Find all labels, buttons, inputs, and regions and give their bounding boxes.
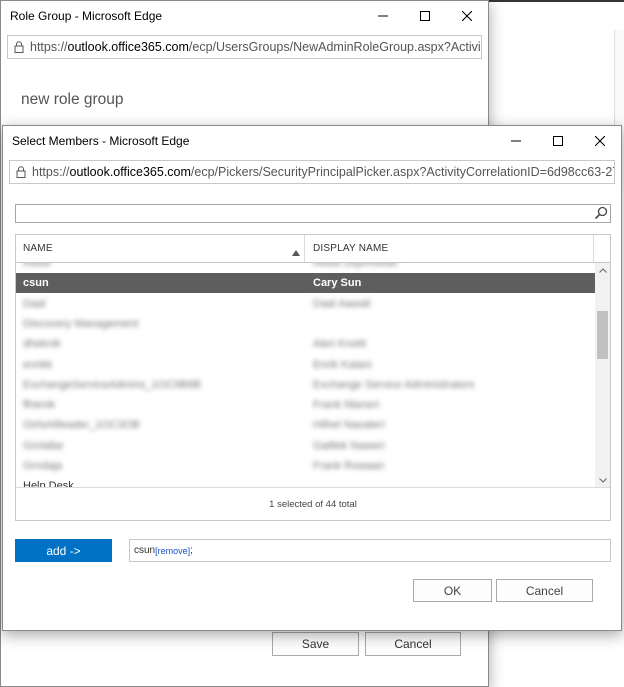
cell-name: Gmlallar bbox=[23, 439, 64, 452]
grid-header: NAME DISPLAY NAME bbox=[16, 235, 610, 263]
cell-display-name: Enrik Kalani bbox=[313, 358, 372, 371]
cell-name: Grndaja bbox=[23, 460, 63, 472]
table-row[interactable]: ExchangeServiceAdmins_1OC9B8B Exchange Se… bbox=[16, 375, 595, 395]
cell-display-name: Frank Rowaan bbox=[313, 460, 385, 472]
save-button[interactable]: Save bbox=[272, 632, 359, 656]
minimize-icon[interactable] bbox=[362, 1, 404, 31]
search-input[interactable] bbox=[16, 205, 586, 222]
grid-body: Aitbal Aitbal Zephniklab csun Cary Sun Daal D… bbox=[16, 263, 595, 487]
role-window-titlebar: Role Group - Microsoft Edge bbox=[1, 1, 488, 31]
cell-name: Discovery Management bbox=[23, 317, 139, 330]
scrollbar-thumb[interactable] bbox=[597, 311, 608, 359]
add-button[interactable]: add -> bbox=[15, 539, 112, 562]
table-row[interactable]: Grndaja Frank Rowaan bbox=[16, 456, 595, 476]
url-path: /ecp/Pickers/SecurityPrincipalPicker.asp… bbox=[190, 165, 615, 179]
lock-icon bbox=[8, 41, 30, 53]
table-row[interactable]: enrikk Enrik Kalani bbox=[16, 355, 595, 375]
table-row[interactable]: dheknik Aleri Knotti bbox=[16, 334, 595, 354]
grid-scrollbar[interactable] bbox=[595, 263, 610, 487]
cell-name: Daal bbox=[23, 297, 46, 310]
desktop-edge bbox=[488, 0, 624, 2]
cell-name: dheknik bbox=[23, 338, 61, 351]
maximize-icon[interactable] bbox=[404, 1, 446, 31]
scroll-down-icon[interactable] bbox=[595, 473, 610, 487]
member-separator: ; bbox=[190, 545, 193, 556]
select-members-window: Select Members - Microsoft Edge https://… bbox=[2, 125, 622, 631]
maximize-icon[interactable] bbox=[537, 126, 579, 156]
column-header-name[interactable]: NAME bbox=[16, 235, 305, 262]
close-icon[interactable] bbox=[446, 1, 488, 31]
table-row[interactable]: csun Cary Sun bbox=[16, 273, 595, 294]
cell-display-name: Aleri Knotti bbox=[313, 338, 367, 351]
cell-name: GirlsAIlleader_1OC3OB bbox=[23, 419, 140, 432]
search-field bbox=[15, 204, 611, 223]
role-window-address-bar[interactable]: https://outlook.office365.com/ecp/UsersG… bbox=[7, 35, 482, 59]
cell-name: enrikk bbox=[23, 358, 53, 371]
table-row[interactable]: Daal Daal Aawali bbox=[16, 294, 595, 314]
url-scheme: https:// bbox=[30, 40, 68, 54]
cell-display-name: Exchange Service Administrators bbox=[313, 378, 475, 391]
table-row[interactable]: Gmlallar Gatllek Naweri bbox=[16, 436, 595, 456]
table-row[interactable]: GirlsAIlleader_1OC3OB Hilhel Naoaleri bbox=[16, 415, 595, 435]
page-title: new role group bbox=[21, 91, 124, 108]
minimize-icon[interactable] bbox=[495, 126, 537, 156]
selected-members-field[interactable]: csun [remove]; bbox=[129, 539, 611, 562]
table-row[interactable]: Aitbal Aitbal Zephniklab bbox=[16, 263, 595, 273]
cell-name: csun bbox=[23, 277, 49, 290]
picker-window-title: Select Members - Microsoft Edge bbox=[12, 134, 190, 148]
selected-member: csun bbox=[134, 545, 156, 556]
cell-display-name: Daal Aawali bbox=[313, 297, 371, 310]
url-scheme: https:// bbox=[32, 165, 70, 179]
sort-ascending-icon bbox=[292, 245, 300, 259]
cell-display-name: Aitbal Zephniklab bbox=[313, 263, 398, 269]
cell-name: Help Desk bbox=[23, 480, 74, 487]
cell-display-name: Cary Sun bbox=[313, 277, 362, 290]
url-path: /ecp/UsersGroups/NewAdminRoleGroup.aspx?… bbox=[188, 40, 482, 54]
table-row[interactable]: Discovery Management bbox=[16, 314, 595, 334]
ok-button[interactable]: OK bbox=[413, 579, 492, 602]
cell-display-name: Frank Nlaneri bbox=[313, 399, 380, 412]
search-icon[interactable] bbox=[594, 206, 608, 223]
url-host: outlook.office365.com bbox=[67, 40, 189, 54]
picker-window-address-bar[interactable]: https://outlook.office365.com/ecp/Picker… bbox=[9, 160, 615, 184]
table-row[interactable]: ffrienik Frank Nlaneri bbox=[16, 395, 595, 415]
cell-name: Aitbal bbox=[23, 263, 51, 269]
scroll-up-icon[interactable] bbox=[595, 263, 610, 277]
close-icon[interactable] bbox=[579, 126, 621, 156]
url-host: outlook.office365.com bbox=[69, 165, 191, 179]
selection-status: 1 selected of 44 total bbox=[16, 487, 610, 520]
members-grid: NAME DISPLAY NAME Aitbal Aitbal Zephnikla… bbox=[15, 234, 611, 521]
picker-window-titlebar: Select Members - Microsoft Edge bbox=[3, 126, 621, 156]
role-window-title: Role Group - Microsoft Edge bbox=[10, 9, 163, 23]
cancel-button[interactable]: Cancel bbox=[365, 632, 461, 656]
cancel-button[interactable]: Cancel bbox=[496, 579, 593, 602]
table-row[interactable]: Help Desk bbox=[16, 476, 595, 487]
cell-name: ExchangeServiceAdmins_1OC9B8B bbox=[23, 378, 201, 391]
cell-name: ffrienik bbox=[23, 399, 56, 412]
lock-icon bbox=[10, 166, 32, 178]
cell-display-name: Gatllek Naweri bbox=[313, 439, 385, 452]
cell-display-name: Hilhel Naoaleri bbox=[313, 419, 385, 432]
column-header-display-name[interactable]: DISPLAY NAME bbox=[306, 235, 594, 262]
remove-member-link[interactable]: [remove] bbox=[155, 546, 190, 556]
